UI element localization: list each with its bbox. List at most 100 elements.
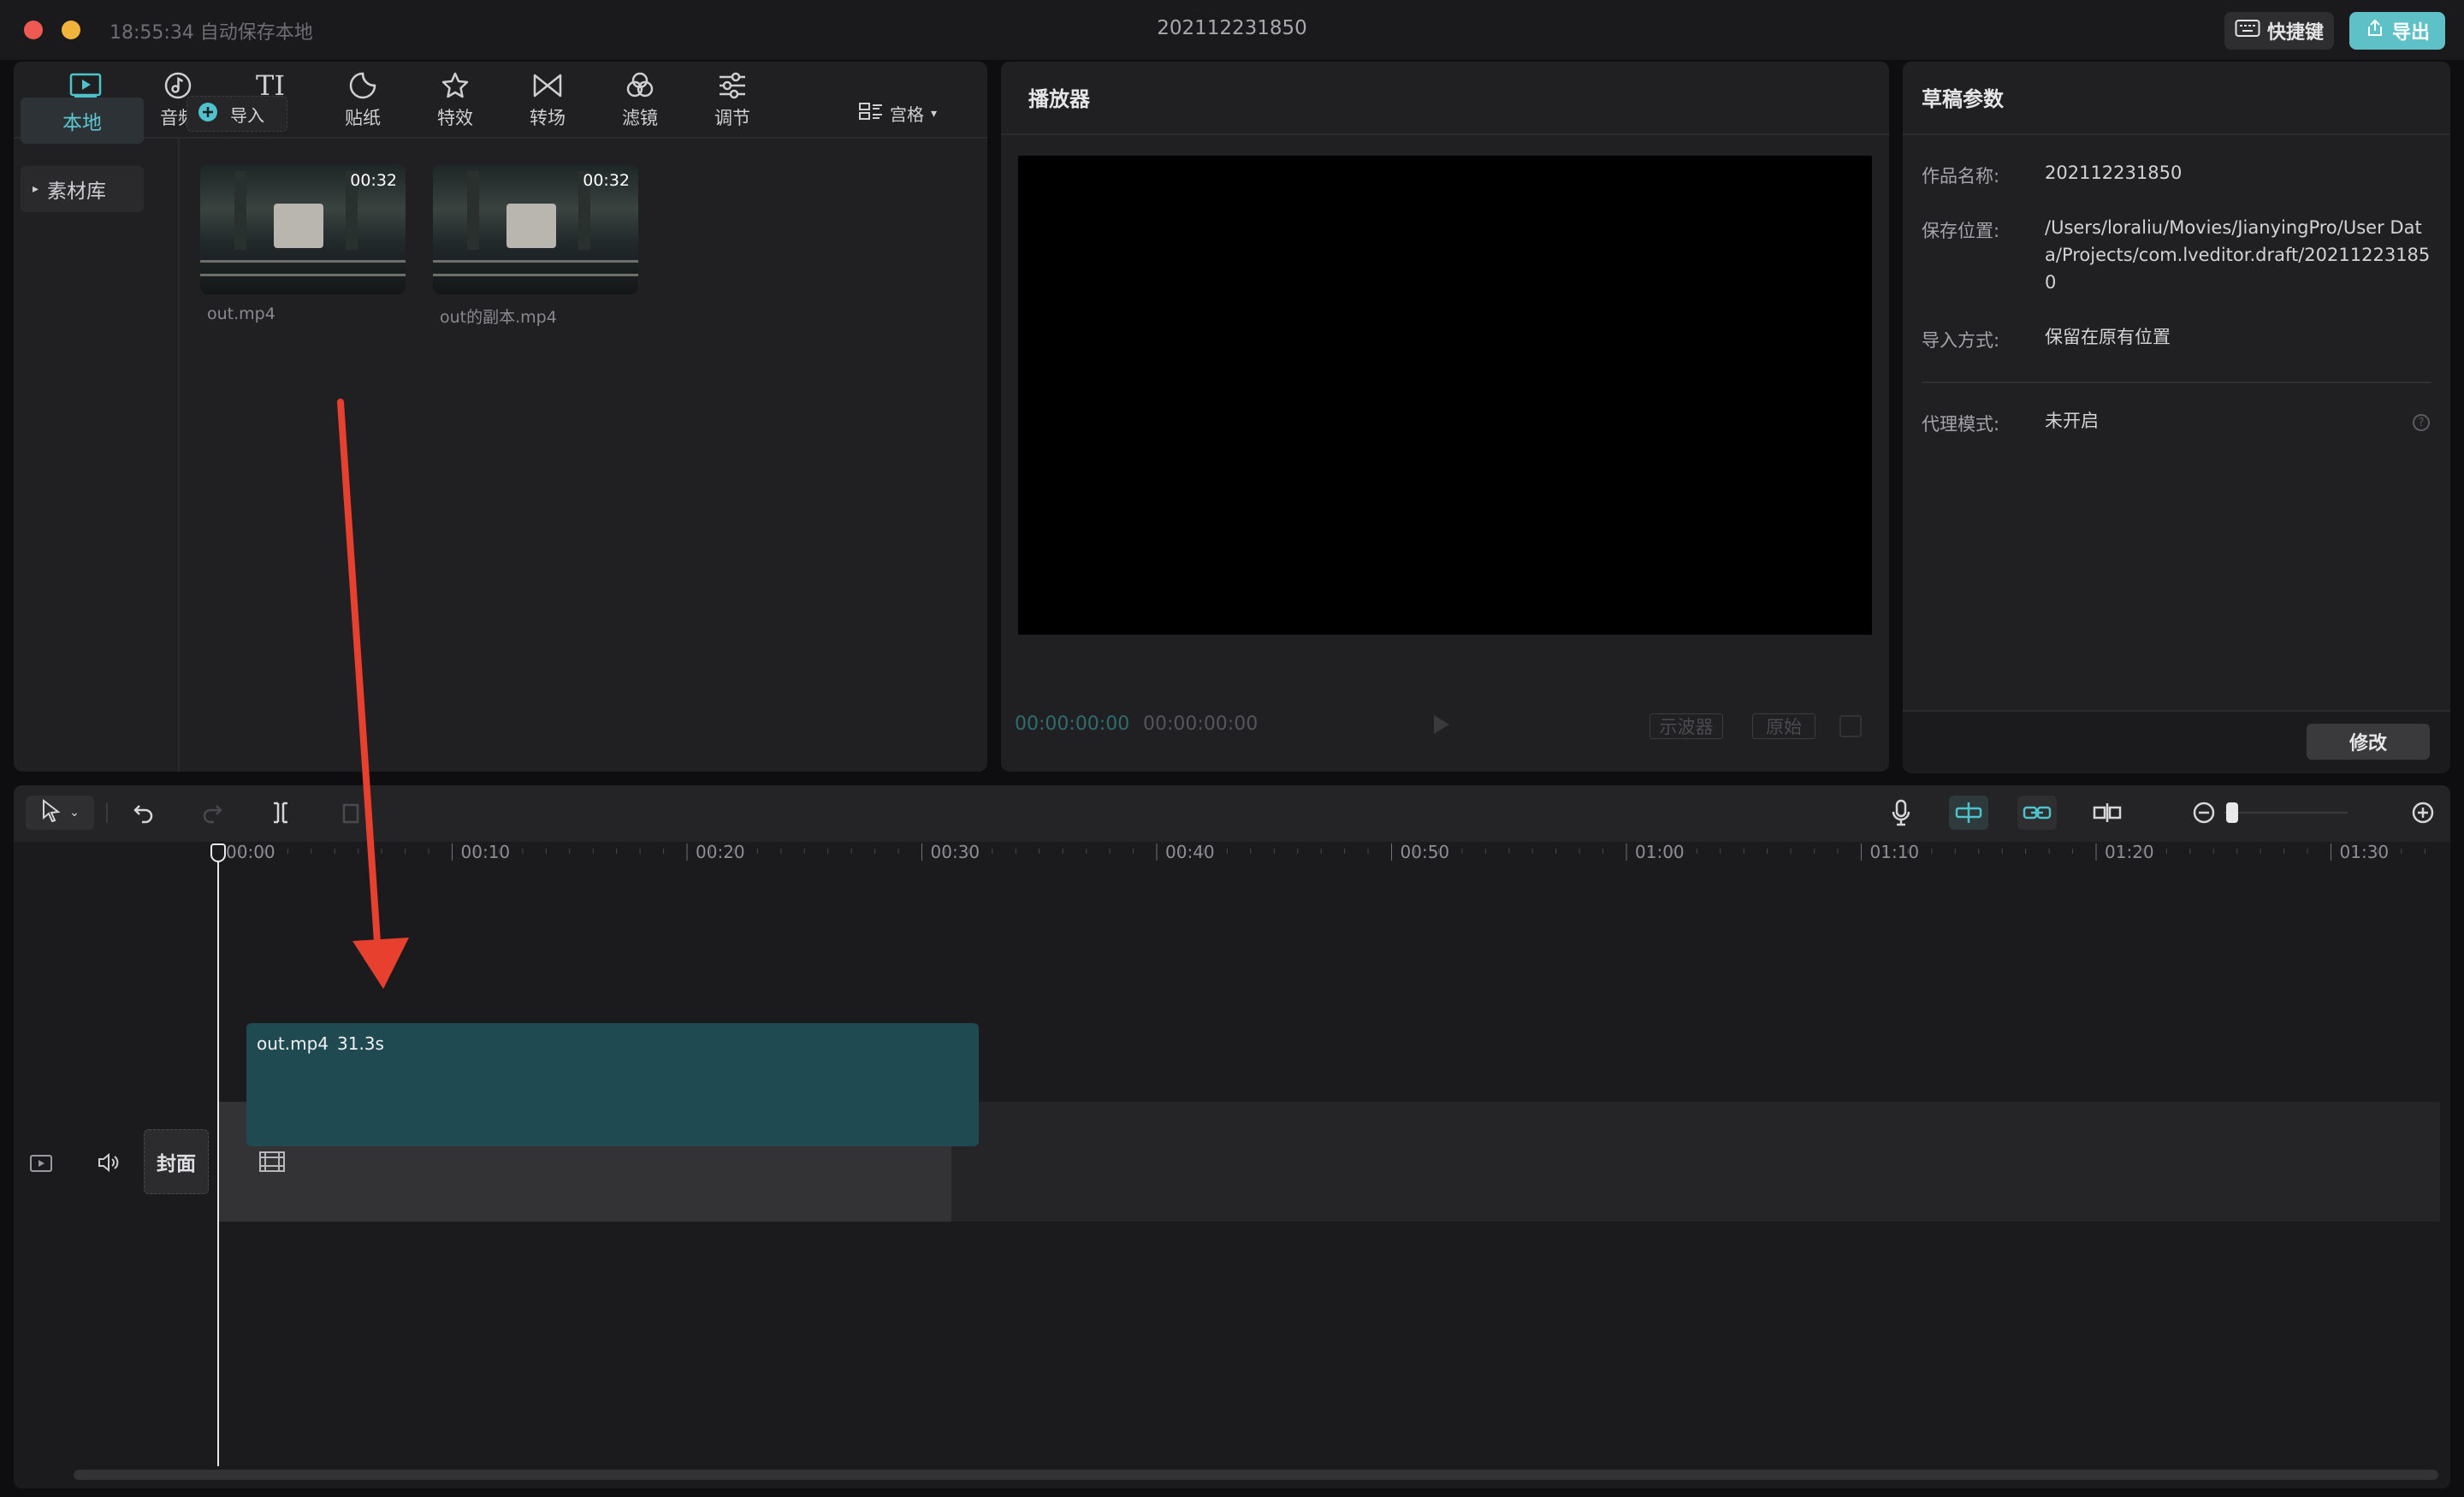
ruler-label: 00:00 (226, 842, 275, 862)
microphone-icon[interactable] (1884, 796, 1918, 830)
proxy-mode-value: 未开启 (2045, 411, 2099, 431)
sidebar-item-local[interactable]: 本地 (21, 98, 144, 144)
tab-adjust[interactable]: 调节 (690, 62, 775, 137)
ruler-label: 00:30 (930, 842, 980, 862)
plus-circle-icon (198, 102, 218, 127)
shortcut-button[interactable]: 快捷键 (2224, 12, 2334, 50)
import-mode-value: 保留在原有位置 (2045, 327, 2171, 347)
export-button[interactable]: 导出 (2349, 12, 2445, 50)
ruler-label: 00:20 (696, 842, 745, 862)
filter-circles-icon (625, 68, 655, 103)
fullscreen-icon[interactable] (1839, 715, 1862, 737)
ruler-label: 01:00 (1635, 842, 1685, 862)
preview-axis-icon[interactable] (2088, 796, 2127, 830)
player-screen[interactable] (1018, 156, 1872, 635)
redo-icon[interactable] (195, 796, 229, 830)
adjust-sliders-icon (717, 68, 748, 103)
import-button[interactable]: 导入 (187, 96, 287, 132)
chevron-down-icon: ▾ (931, 106, 938, 121)
ruler-ticks (216, 843, 2426, 861)
media-sidebar (14, 139, 180, 772)
media-toolbar: 媒体 音频 TI 文本 贴纸 特效 转场 滤镜 调节 (14, 62, 987, 139)
delete-icon[interactable] (334, 796, 368, 830)
divider (1001, 133, 1889, 135)
current-timecode: 00:00:00:00 (1015, 713, 1130, 735)
tab-label: 贴纸 (345, 108, 381, 128)
save-location-value: /Users/loraliu/Movies/JianyingPro/User D… (2045, 217, 2431, 293)
project-name-value: 202112231850 (2045, 163, 2183, 183)
playhead-handle[interactable] (210, 843, 226, 862)
save-location-label: 保存位置: (1922, 221, 2000, 241)
view-mode-label: 宫格 (890, 104, 924, 125)
chevron-down-icon: ⌄ (69, 806, 80, 820)
ruler-label: 00:50 (1400, 842, 1450, 862)
project-name-label: 作品名称: (1922, 166, 2000, 186)
ruler-label: 00:40 (1165, 842, 1215, 862)
original-ratio-button[interactable]: 原始 (1752, 713, 1815, 739)
export-label: 导出 (2391, 22, 2430, 44)
zoom-out-icon[interactable] (2189, 796, 2219, 830)
playhead[interactable] (217, 855, 219, 1466)
modify-button[interactable]: 修改 (2307, 724, 2430, 760)
sidebar-item-library[interactable]: ▸ 素材库 (21, 166, 144, 212)
timeline-toolbar (14, 785, 2450, 842)
view-mode-dropdown[interactable]: 宫格 ▾ (859, 101, 937, 126)
zoom-in-icon[interactable] (2408, 796, 2438, 830)
params-title: 草稿参数 (1922, 87, 2004, 111)
transition-bowtie-icon (532, 68, 563, 103)
divider (1903, 133, 2450, 135)
film-icon (258, 1150, 286, 1177)
select-tool-dropdown[interactable]: ⌄ (26, 796, 94, 830)
ruler-label: 01:10 (1869, 842, 1920, 862)
auto-snap-icon[interactable] (1949, 796, 1988, 830)
divider (1922, 382, 2431, 383)
horizontal-scrollbar[interactable] (74, 1470, 2438, 1480)
clip-name: out.mp4 (257, 1033, 329, 1054)
ruler-label: 01:20 (2105, 842, 2154, 862)
zoom-slider-handle[interactable] (2226, 802, 2238, 823)
tab-transition[interactable]: 转场 (505, 62, 590, 137)
media-duration: 00:32 (350, 171, 397, 190)
tab-sticker[interactable]: 贴纸 (320, 62, 406, 137)
player-title: 播放器 (1028, 87, 1090, 111)
document-title: 202112231850 (1157, 17, 1307, 39)
divider (106, 802, 108, 823)
link-icon[interactable] (2017, 796, 2057, 830)
play-icon[interactable] (1434, 715, 1449, 734)
cursor-icon (40, 798, 62, 827)
split-icon[interactable] (264, 796, 298, 830)
tab-label: 滤镜 (622, 108, 658, 128)
effects-star-icon (441, 68, 470, 103)
cover-button[interactable]: 封面 (144, 1129, 209, 1194)
media-item-thumbnail[interactable]: 00:32 (200, 164, 406, 294)
undo-icon[interactable] (127, 796, 161, 830)
import-mode-label: 导入方式: (1922, 330, 2000, 351)
import-label: 导入 (230, 104, 264, 126)
waveform-button[interactable]: 示波器 (1650, 713, 1723, 739)
media-item-name: out.mp4 (207, 305, 275, 323)
export-icon (2365, 18, 2385, 44)
speaker-icon[interactable] (96, 1151, 120, 1177)
tab-filter[interactable]: 滤镜 (597, 62, 683, 137)
shortcut-label: 快捷键 (2266, 22, 2324, 44)
tab-label: 特效 (437, 108, 473, 128)
clip-duration: 31.3s (337, 1033, 384, 1054)
zoom-slider-track[interactable] (2224, 812, 2348, 814)
sidebar-item-label: 素材库 (47, 180, 107, 203)
media-item-name: out的副本.mp4 (440, 308, 557, 327)
ruler-label: 01:30 (2339, 842, 2390, 862)
media-item-thumbnail[interactable]: 00:32 (433, 164, 638, 294)
caret-right-icon: ▸ (33, 182, 39, 196)
keyboard-icon (2235, 19, 2260, 43)
video-track-icon[interactable] (29, 1153, 53, 1177)
ruler-label: 00:10 (460, 842, 511, 862)
sticker-icon (348, 68, 377, 103)
media-duration: 00:32 (583, 171, 630, 190)
tab-label: 调节 (714, 108, 750, 128)
grid-icon (859, 102, 883, 125)
tab-label: 转场 (530, 108, 566, 128)
time-ruler[interactable] (14, 842, 2450, 867)
help-icon[interactable]: ? (2413, 414, 2430, 431)
proxy-mode-label: 代理模式: (1922, 414, 2000, 435)
tab-effects[interactable]: 特效 (412, 62, 498, 137)
